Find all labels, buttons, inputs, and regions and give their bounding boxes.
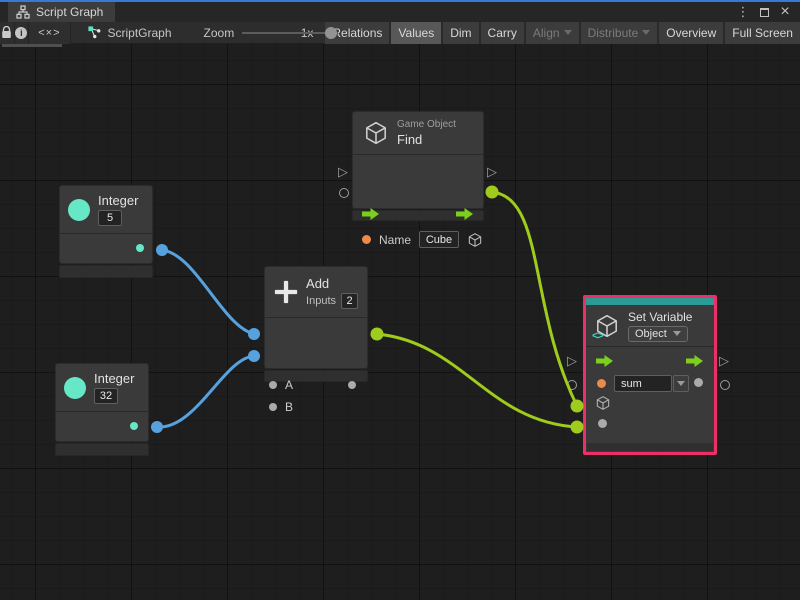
find-name-port[interactable] [362, 235, 371, 244]
node-integer-5[interactable]: Integer 5 [60, 186, 152, 277]
zoom-slider-handle[interactable] [325, 27, 337, 39]
dim-button[interactable]: Dim [443, 22, 480, 44]
setvar-flow-in-outer-port[interactable]: ▷ [567, 354, 577, 367]
node-set-variable[interactable]: <> Set Variable Object [583, 295, 717, 455]
window-menu-icon[interactable]: ⋮ [736, 5, 750, 19]
port-a-label: A [285, 378, 293, 392]
port-b-label: B [285, 400, 293, 414]
variable-name-combo[interactable]: sum [614, 375, 689, 392]
chevron-down-icon [564, 30, 572, 35]
find-flow-out-outer-port[interactable]: ▷ [487, 165, 497, 178]
wire-endpoints [151, 186, 584, 434]
name-value-field[interactable]: Cube [419, 231, 459, 248]
node-title: Integer [98, 193, 138, 208]
values-button[interactable]: Values [391, 22, 443, 44]
tab-script-graph[interactable]: Script Graph [8, 2, 115, 22]
graph-toolbar: i <×> ScriptGraph Zoom 1x Relations Valu… [0, 22, 800, 44]
info-icon: i [15, 27, 27, 39]
distribute-dropdown[interactable]: Distribute [581, 22, 660, 44]
tab-bar: Script Graph ⋮ × [0, 2, 800, 22]
lock-button[interactable] [0, 22, 15, 44]
inputs-count-field[interactable]: 2 [341, 293, 358, 309]
chevron-down-icon [673, 331, 681, 336]
set-variable-icon: <> [594, 313, 620, 339]
window-controls: ⋮ × [736, 2, 800, 22]
close-icon[interactable]: × [778, 5, 792, 19]
full-screen-button[interactable]: Full Screen [725, 22, 800, 44]
inputs-label: Inputs [306, 295, 336, 307]
wire-find-to-setvar-object[interactable] [492, 192, 577, 406]
node-title: Find [397, 132, 422, 147]
integer-value-field[interactable]: 5 [98, 210, 122, 226]
setvar-output-outer-port[interactable] [720, 380, 730, 390]
graph-name-breadcrumb[interactable]: ScriptGraph [87, 25, 172, 40]
add-input-b-port[interactable] [269, 403, 277, 411]
graph-canvas[interactable]: Integer 5 Integer 32 [0, 44, 800, 600]
info-button[interactable]: i [15, 22, 30, 44]
setvar-name-outer-port[interactable] [567, 380, 577, 390]
game-object-target-icon [467, 232, 483, 248]
variable-name-dropdown-button[interactable] [673, 375, 689, 392]
node-subtitle: Game Object [397, 119, 456, 130]
chevron-down-icon [642, 30, 650, 35]
variable-kind-strip [586, 298, 714, 305]
code-brackets-icon: <> [592, 330, 603, 342]
find-flow-in-outer-port[interactable]: ▷ [338, 165, 348, 178]
zoom-label: Zoom [204, 26, 235, 40]
flow-input-arrow-icon[interactable] [362, 208, 380, 220]
code-icon: <×> [38, 27, 60, 39]
node-footer [587, 443, 713, 451]
node-footer [60, 266, 152, 277]
zoom-slider-track [242, 32, 338, 34]
variable-name-field[interactable]: sum [614, 375, 672, 392]
node-title: Integer [94, 371, 134, 386]
carry-button[interactable]: Carry [481, 22, 526, 44]
variable-scope-dropdown[interactable]: Object [628, 326, 688, 342]
node-footer [56, 444, 148, 455]
object-port-cube-icon[interactable] [595, 395, 611, 411]
integer-output-port[interactable] [130, 422, 138, 430]
toolbar-button-group: Relations Values Dim Carry Align Distrib… [325, 22, 800, 44]
add-output-port[interactable] [348, 381, 356, 389]
horizontal-scrollbar-thumb[interactable] [2, 44, 62, 47]
flow-output-arrow-icon[interactable] [686, 355, 704, 367]
name-label: Name [379, 233, 411, 247]
set-variable-output-value-port[interactable] [694, 378, 703, 387]
script-graph-icon [87, 25, 102, 40]
maximize-icon[interactable] [757, 5, 771, 19]
zoom-slider[interactable] [242, 22, 296, 44]
code-view-button[interactable]: <×> [29, 22, 70, 44]
node-add[interactable]: Add Inputs 2 A B [265, 267, 367, 381]
wire-integer32-to-add-b[interactable] [157, 356, 254, 427]
find-name-outer-port[interactable] [339, 188, 349, 198]
node-game-object-find[interactable]: Game Object Find Name Cube [353, 112, 483, 220]
integer-output-port[interactable] [136, 244, 144, 252]
lock-icon [1, 26, 12, 39]
flow-input-arrow-icon[interactable] [596, 355, 614, 367]
graph-hierarchy-icon [16, 5, 30, 19]
script-graph-window: Script Graph ⋮ × i <×> [0, 0, 800, 600]
variable-name-port[interactable] [597, 379, 606, 388]
setvar-flow-out-outer-port[interactable]: ▷ [719, 354, 729, 367]
overview-button[interactable]: Overview [659, 22, 725, 44]
add-plus-icon [274, 278, 298, 306]
integer-type-icon [68, 199, 90, 221]
flow-output-arrow-icon[interactable] [456, 208, 474, 220]
align-dropdown[interactable]: Align [526, 22, 581, 44]
integer-type-icon [64, 377, 86, 399]
add-input-a-port[interactable] [269, 381, 277, 389]
node-title: Set Variable [628, 310, 692, 324]
wire-integer5-to-add-a[interactable] [162, 250, 254, 334]
node-integer-32[interactable]: Integer 32 [56, 364, 148, 455]
wire-add-to-setvar-value[interactable] [377, 334, 577, 427]
integer-value-field[interactable]: 32 [94, 388, 118, 404]
game-object-cube-icon [363, 120, 389, 146]
tab-title: Script Graph [36, 5, 103, 19]
chevron-down-icon [677, 381, 685, 386]
node-title: Add [306, 276, 358, 291]
graph-name-label: ScriptGraph [108, 26, 172, 40]
set-variable-input-value-port[interactable] [598, 419, 607, 428]
